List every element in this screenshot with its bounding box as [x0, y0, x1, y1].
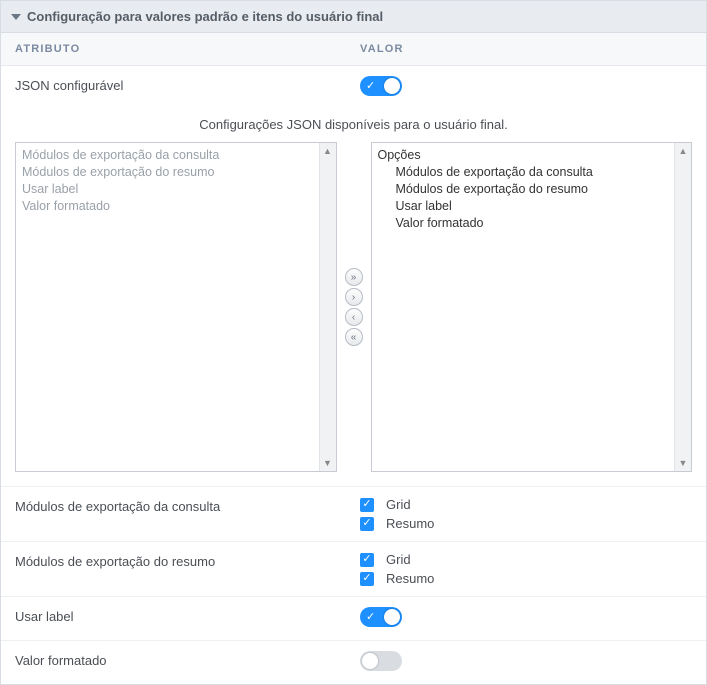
move-all-left-button[interactable]: « [345, 328, 363, 346]
checkbox-label: Resumo [386, 571, 434, 586]
row-json-configurable: JSON configurável ✓ [1, 66, 706, 109]
checkbox-label: Grid [386, 552, 411, 567]
row-modules-consulta: Módulos de exportação da consulta ✓ Grid… [1, 487, 706, 542]
check-icon: ✓ [366, 79, 375, 93]
transfer-caption: Configurações JSON disponíveis para o us… [1, 109, 706, 142]
move-right-button[interactable]: › [345, 288, 363, 306]
list-item[interactable]: Valor formatado [378, 215, 669, 232]
list-item[interactable]: Usar label [378, 198, 669, 215]
valor-formatado-label: Valor formatado [15, 651, 360, 668]
scrollbar[interactable]: ▲ ▼ [319, 143, 336, 471]
list-item[interactable]: Módulos de exportação do resumo [22, 164, 313, 181]
collapse-icon [11, 14, 21, 20]
move-all-right-button[interactable]: » [345, 268, 363, 286]
transfer-widget: Módulos de exportação da consulta Módulo… [1, 142, 706, 487]
column-headers: ATRIBUTO VALOR [1, 33, 706, 66]
scroll-up-icon[interactable]: ▲ [323, 145, 332, 157]
checkbox-row: ✓ Grid [360, 552, 692, 567]
selected-listbox[interactable]: Opções Módulos de exportação da consulta… [371, 142, 693, 472]
header-value: VALOR [360, 43, 404, 55]
scrollbar[interactable]: ▲ ▼ [674, 143, 691, 471]
checkbox-row: ✓ Resumo [360, 516, 692, 531]
list-item[interactable]: Valor formatado [22, 198, 313, 215]
checkbox-resumo[interactable]: ✓ [360, 572, 374, 586]
checkbox-label: Grid [386, 497, 411, 512]
usar-label-toggle[interactable]: ✓ [360, 607, 402, 627]
header-attribute: ATRIBUTO [15, 43, 360, 55]
panel-title: Configuração para valores padrão e itens… [27, 9, 383, 24]
toggle-knob [384, 78, 400, 94]
list-item[interactable]: Módulos de exportação da consulta [22, 147, 313, 164]
scroll-down-icon[interactable]: ▼ [323, 457, 332, 469]
toggle-knob [384, 609, 400, 625]
list-item[interactable]: Módulos de exportação da consulta [378, 164, 669, 181]
checkbox-row: ✓ Resumo [360, 571, 692, 586]
check-icon: ✓ [366, 610, 375, 624]
available-listbox[interactable]: Módulos de exportação da consulta Módulo… [15, 142, 337, 472]
list-item[interactable]: Usar label [22, 181, 313, 198]
row-valor-formatado: Valor formatado [1, 641, 706, 684]
config-panel: Configuração para valores padrão e itens… [0, 0, 707, 685]
scroll-up-icon[interactable]: ▲ [679, 145, 688, 157]
selected-list-content: Opções Módulos de exportação da consulta… [372, 143, 675, 471]
row-modules-resumo: Módulos de exportação do resumo ✓ Grid ✓… [1, 542, 706, 597]
scroll-down-icon[interactable]: ▼ [679, 457, 688, 469]
checkbox-label: Resumo [386, 516, 434, 531]
checkbox-resumo[interactable]: ✓ [360, 517, 374, 531]
transfer-buttons: » › ‹ « [345, 142, 363, 472]
panel-header[interactable]: Configuração para valores padrão e itens… [1, 1, 706, 33]
toggle-knob [362, 653, 378, 669]
modules-consulta-label: Módulos de exportação da consulta [15, 497, 360, 514]
usar-label-label: Usar label [15, 607, 360, 624]
available-list-content: Módulos de exportação da consulta Módulo… [16, 143, 319, 471]
json-configurable-label: JSON configurável [15, 76, 360, 93]
json-configurable-toggle[interactable]: ✓ [360, 76, 402, 96]
modules-resumo-label: Módulos de exportação do resumo [15, 552, 360, 569]
move-left-button[interactable]: ‹ [345, 308, 363, 326]
row-usar-label: Usar label ✓ [1, 597, 706, 641]
valor-formatado-toggle[interactable] [360, 651, 402, 671]
checkbox-grid[interactable]: ✓ [360, 553, 374, 567]
list-item[interactable]: Módulos de exportação do resumo [378, 181, 669, 198]
checkbox-grid[interactable]: ✓ [360, 498, 374, 512]
list-group-header[interactable]: Opções [378, 147, 669, 164]
checkbox-row: ✓ Grid [360, 497, 692, 512]
